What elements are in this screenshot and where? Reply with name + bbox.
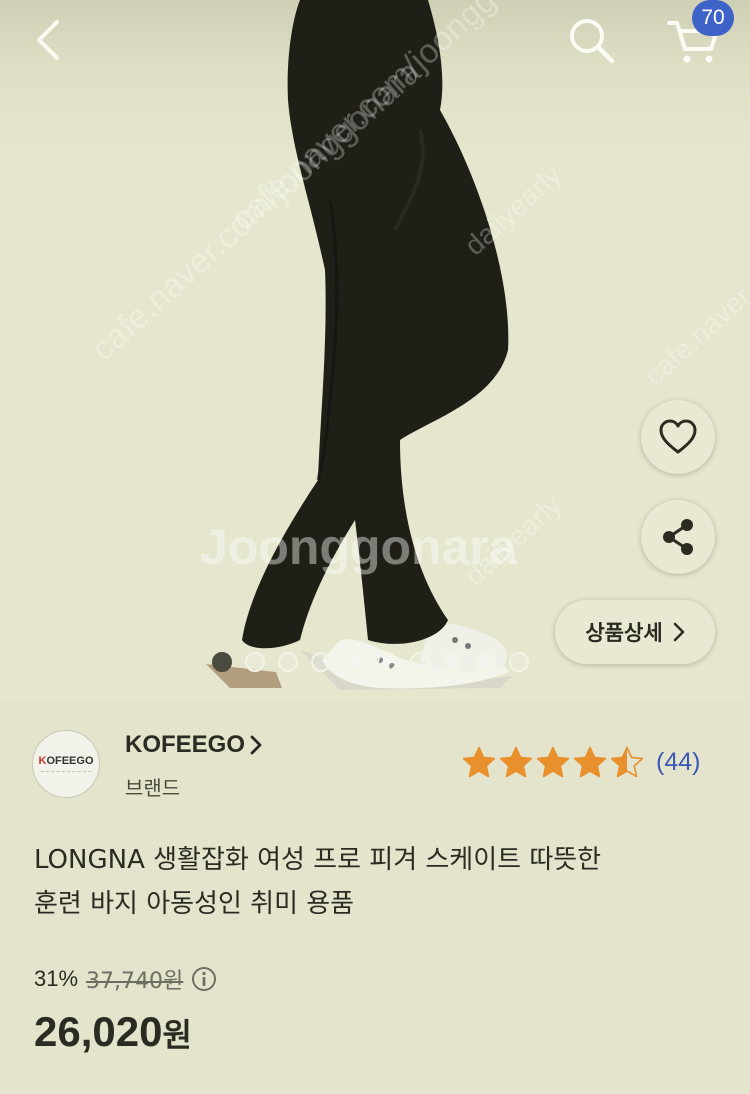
star-icon	[499, 746, 533, 778]
carousel-dot[interactable]	[212, 652, 232, 672]
carousel-dot[interactable]	[476, 652, 496, 672]
star-icon	[536, 746, 570, 778]
info-icon	[192, 967, 217, 991]
carousel-dot[interactable]	[311, 652, 331, 672]
carousel-dot[interactable]	[443, 652, 463, 672]
product-detail-button[interactable]: 상품상세	[555, 600, 715, 664]
sale-price: 26,020 원	[34, 1008, 192, 1056]
sale-price-number: 26,020	[34, 1008, 163, 1055]
product-title-line: LONGNA 생활잡화 여성 프로 피겨 스케이트 따뜻한	[34, 845, 602, 875]
brand-logo[interactable]: KOFEEGO — — — — — — — — — —	[32, 730, 100, 798]
rating-summary[interactable]: (44)	[462, 746, 700, 779]
price-discount-row: 31% 37,740원	[34, 963, 217, 995]
product-photo	[206, 0, 512, 690]
cart-count-badge: 70	[692, 0, 734, 36]
brand-logo-text: KOFEEGO	[38, 754, 94, 767]
product-image-gallery[interactable]: cafe.naver.com/joonggonara cafe.naver.co…	[0, 0, 750, 700]
product-title: LONGNA 생활잡화 여성 프로 피겨 스케이트 따뜻한 훈련 바지 아동성인…	[34, 838, 724, 926]
discount-rate: 31%	[34, 966, 79, 991]
brand-link[interactable]: KOFEEGO	[125, 731, 263, 759]
heart-icon	[659, 419, 697, 454]
brand-logo-underline: — — — — — — — — — —	[40, 768, 92, 774]
star-rating	[462, 746, 644, 779]
carousel-dot[interactable]	[410, 652, 430, 672]
carousel-indicator[interactable]	[212, 652, 529, 672]
carousel-dot[interactable]	[245, 652, 265, 672]
original-price: 37,740원	[86, 969, 184, 994]
product-title-line: 훈련 바지 아동성인 취미 용품	[34, 889, 355, 919]
star-icon	[610, 746, 644, 778]
price-info-button[interactable]	[191, 966, 217, 992]
carousel-dot[interactable]	[377, 652, 397, 672]
carousel-dot[interactable]	[344, 652, 364, 672]
share-icon	[663, 519, 693, 555]
back-button[interactable]	[20, 14, 76, 66]
star-icon	[573, 746, 607, 778]
product-detail-label: 상품상세	[585, 621, 663, 645]
like-button[interactable]	[641, 400, 715, 474]
chevron-right-icon	[250, 735, 262, 755]
star-icon	[462, 746, 496, 778]
carousel-dot[interactable]	[509, 652, 529, 672]
review-count[interactable]: (44)	[656, 748, 700, 777]
carousel-dot[interactable]	[278, 652, 298, 672]
sale-price-unit: 원	[162, 1016, 192, 1054]
brand-name: KOFEEGO	[125, 731, 246, 758]
chevron-left-icon	[37, 20, 59, 60]
share-button[interactable]	[641, 500, 715, 574]
chevron-right-icon	[673, 622, 684, 642]
top-bar: 70	[0, 0, 750, 80]
brand-type-label: 브랜드	[125, 776, 181, 800]
search-icon	[570, 19, 615, 64]
search-button[interactable]	[560, 10, 622, 70]
